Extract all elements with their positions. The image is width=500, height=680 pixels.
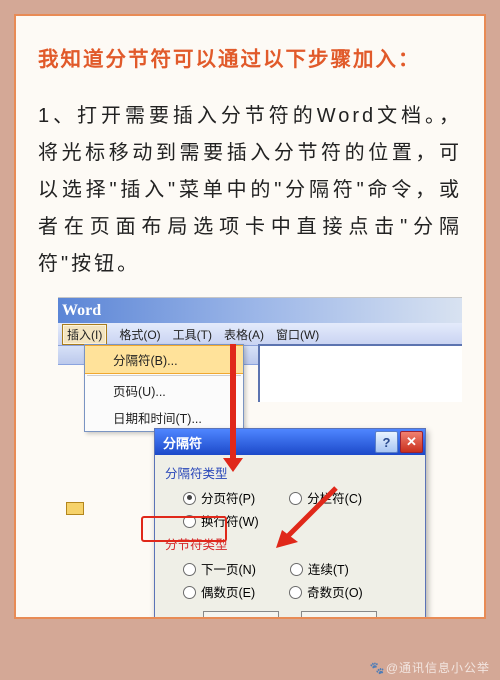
radio-odd-page[interactable]: 奇数页(O) [289, 582, 363, 601]
dialog-help-button[interactable]: ? [375, 431, 398, 453]
menu-format[interactable]: 格式(O) [119, 326, 160, 343]
radio-icon [289, 492, 302, 505]
menu-tools[interactable]: 工具(T) [173, 326, 212, 343]
radio-page-break[interactable]: 分页符(P) [183, 488, 255, 507]
app-title: Word [62, 302, 101, 320]
watermark: 🐾@通讯信息小公举 [370, 659, 490, 676]
group-break-type: 分隔符类型 [165, 463, 415, 482]
menu-item-datetime[interactable]: 日期和时间(T)... [85, 404, 243, 431]
word-menubar: 插入(I) 格式(O) 工具(T) 表格(A) 窗口(W) [58, 323, 462, 346]
radio-next-page[interactable]: 下一页(N) [183, 559, 256, 578]
cancel-button[interactable]: 取消 [301, 611, 377, 619]
radio-continuous[interactable]: 连续(T) [290, 559, 349, 578]
word-document-area [258, 344, 462, 402]
radio-icon [183, 586, 196, 599]
radio-even-page[interactable]: 偶数页(E) [183, 582, 255, 601]
dialog-close-button[interactable]: ✕ [400, 431, 423, 453]
menu-insert[interactable]: 插入(I) [62, 324, 107, 345]
radio-icon [183, 492, 196, 505]
radio-icon [289, 586, 302, 599]
instruction-step-1: 1、打开需要插入分节符的Word文档。，将光标移动到需要插入分节符的位置，可以选… [38, 98, 462, 283]
card-heading: 我知道分节符可以通过以下步骤加入： [38, 42, 462, 72]
dialog-title-text: 分隔符 [163, 433, 202, 452]
menu-table[interactable]: 表格(A) [224, 326, 264, 343]
break-dialog: 分隔符 ? ✕ 分隔符类型 分页符(P) 分栏符(C) 换行符(W) 分节符类型… [154, 428, 426, 619]
group-section-type: 分节符类型 [165, 534, 415, 553]
menu-separator-line [87, 375, 241, 376]
menu-window[interactable]: 窗口(W) [276, 326, 319, 343]
insert-dropdown: 分隔符(B)... 页码(U)... 日期和时间(T)... [84, 344, 244, 432]
radio-icon [183, 515, 196, 528]
radio-icon [290, 563, 303, 576]
tutorial-card: 我知道分节符可以通过以下步骤加入： 1、打开需要插入分节符的Word文档。，将光… [14, 14, 486, 619]
radio-icon [183, 563, 196, 576]
radio-column-break[interactable]: 分栏符(C) [289, 488, 362, 507]
radio-wrap-break[interactable]: 换行符(W) [183, 511, 259, 530]
folder-icon [66, 500, 82, 513]
ok-button[interactable]: 确定 [203, 611, 279, 619]
word-titlebar: Word [58, 298, 462, 323]
word-screenshot: Word 插入(I) 格式(O) 工具(T) 表格(A) 窗口(W) 分隔符(B… [58, 297, 462, 365]
annotation-arrow-down [230, 344, 236, 462]
menu-item-separator[interactable]: 分隔符(B)... [85, 345, 243, 374]
menu-item-pagenum[interactable]: 页码(U)... [85, 377, 243, 404]
dialog-titlebar: 分隔符 ? ✕ [155, 429, 425, 455]
